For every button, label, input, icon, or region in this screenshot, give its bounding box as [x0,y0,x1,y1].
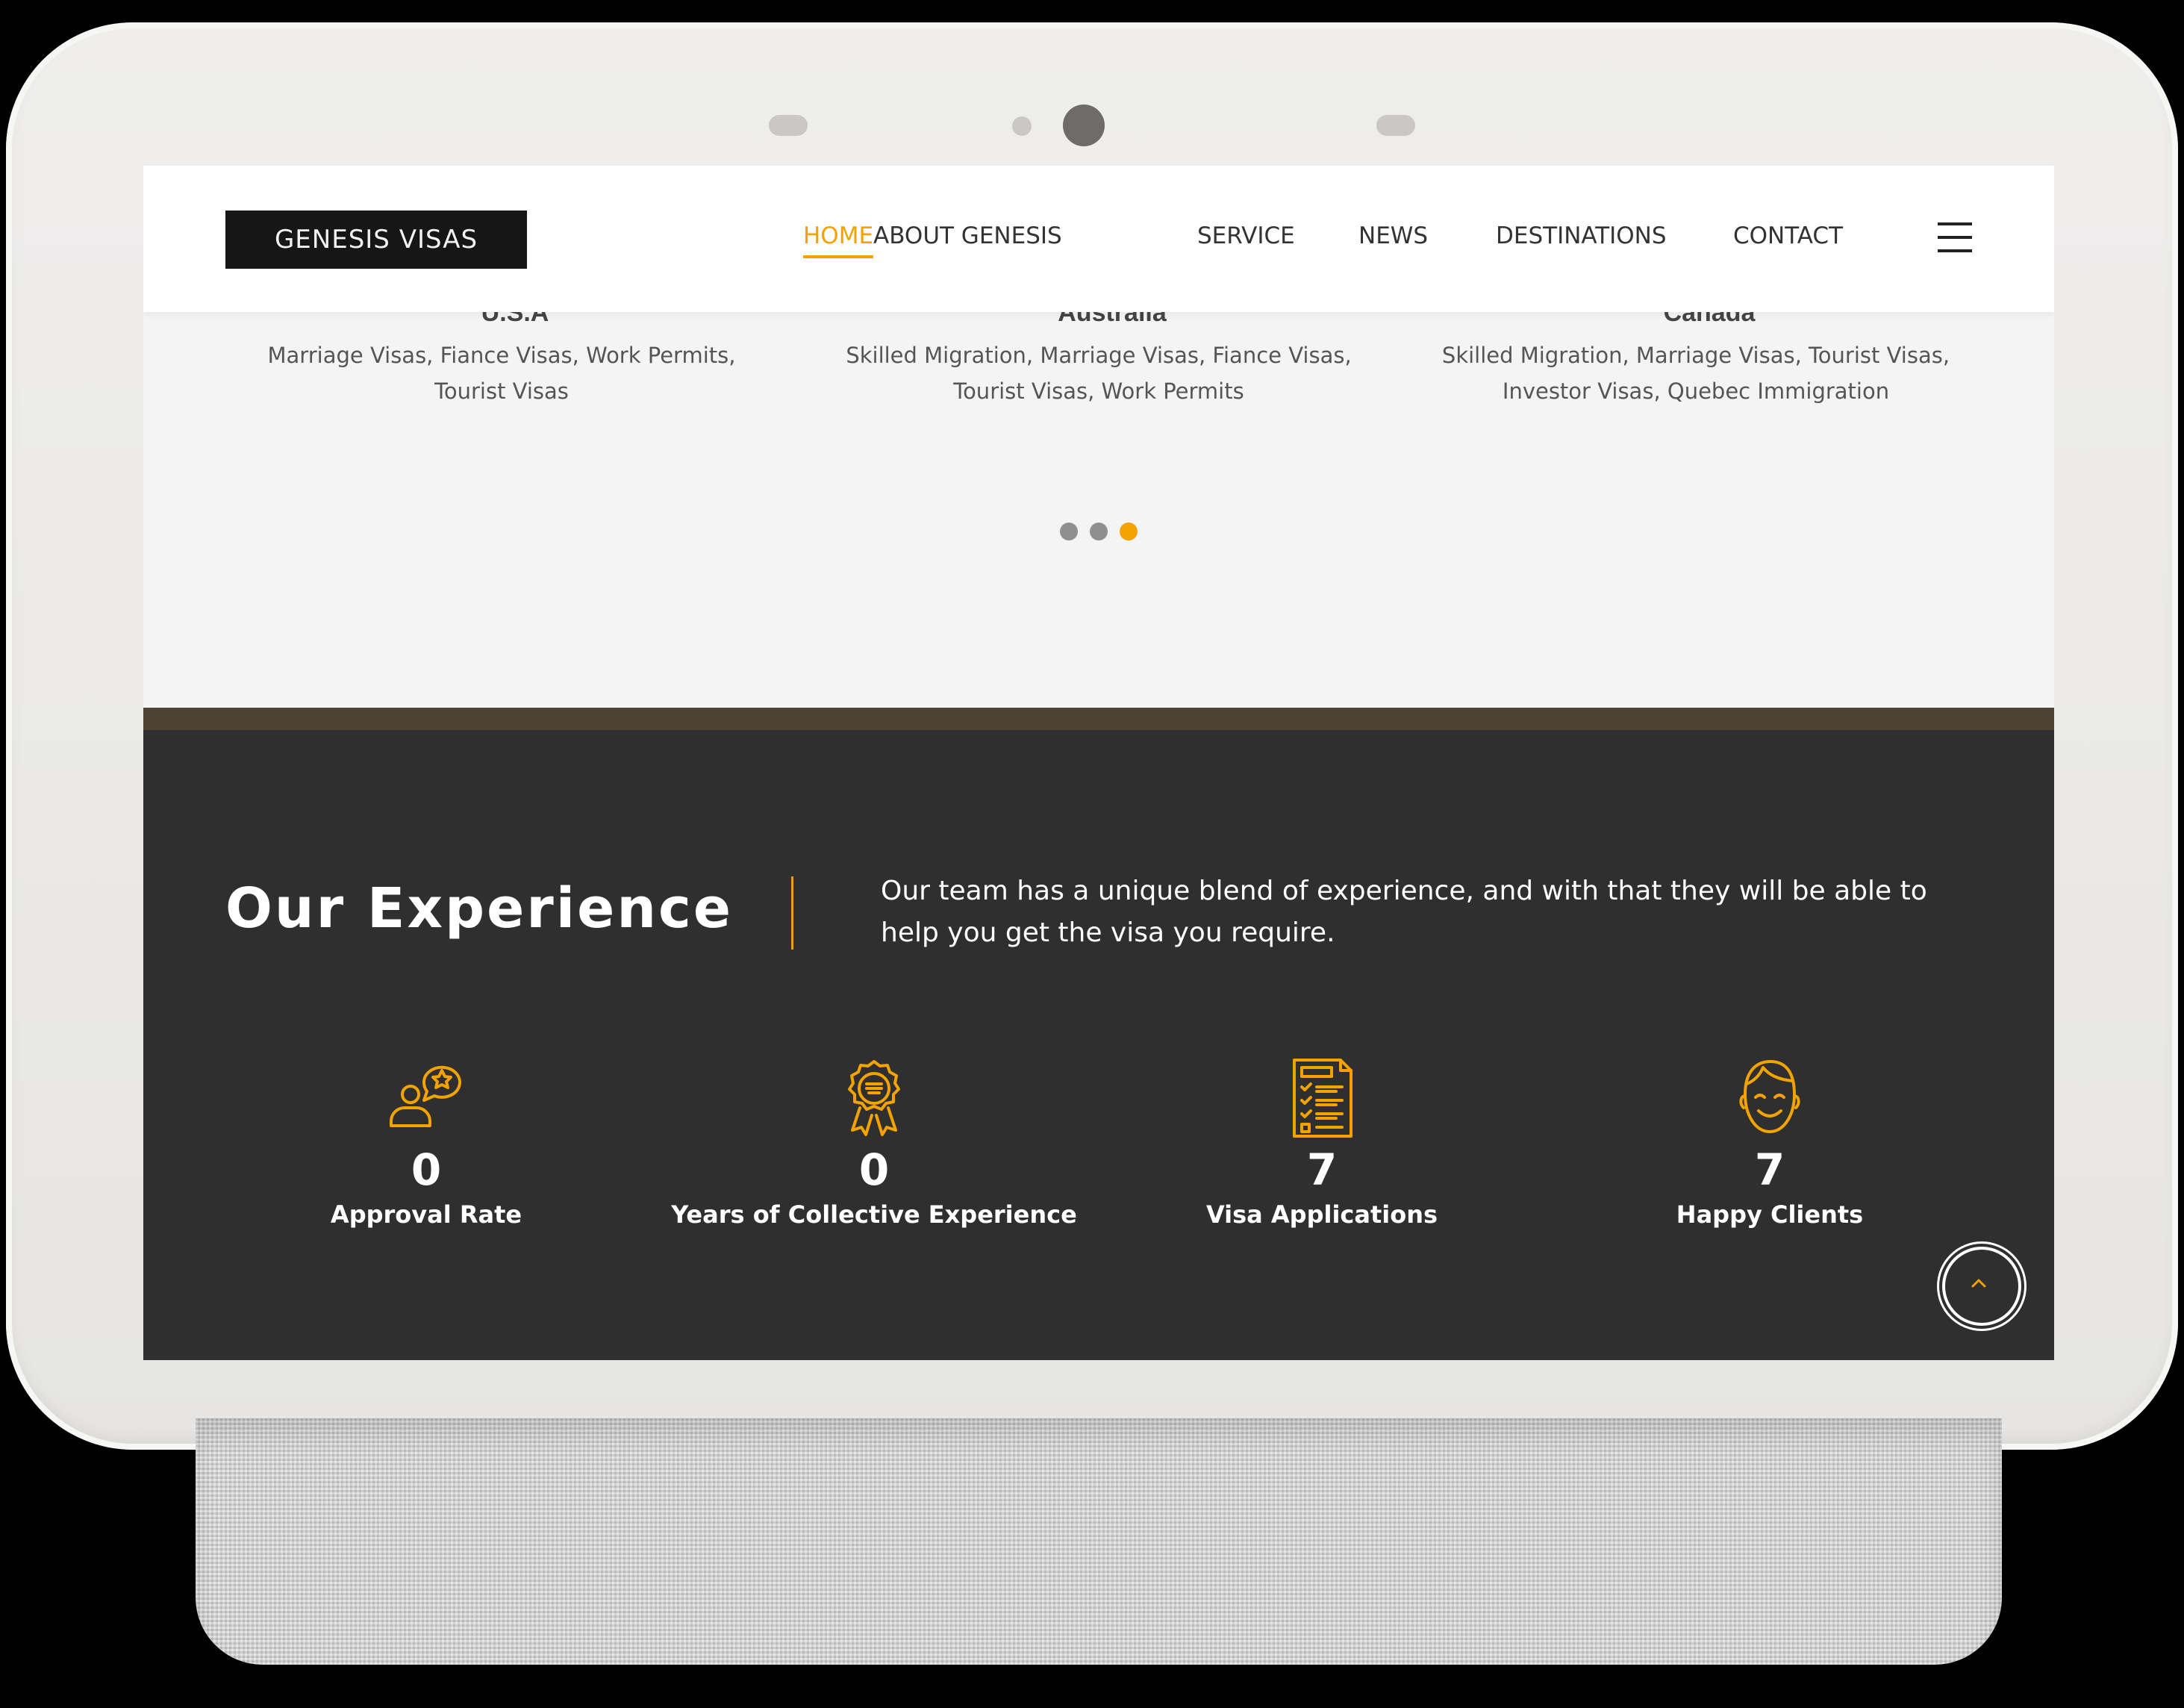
award-ribbon-icon [848,1060,900,1136]
stat-value: 7 [1754,1144,1785,1195]
ambient-light-sensor [1012,116,1032,136]
microphone-right [1376,115,1415,136]
vertical-divider [791,876,793,950]
section-divider-band [143,708,2054,730]
scroll-to-top-button[interactable] [1942,1247,2021,1326]
hamburger-menu-icon[interactable] [1938,222,1972,252]
stat-label: Years of Collective Experience [671,1200,1077,1229]
stat-label: Approval Rate [330,1200,522,1229]
stat-label: Visa Applications [1205,1200,1438,1229]
nav-home[interactable]: HOME [803,222,874,258]
device-frame: GENESIS VISAS HOME ABOUT GENESIS SERVICE… [6,22,2178,1450]
chevron-up-icon [1971,1279,1986,1288]
carousel-dot[interactable] [1120,523,1138,540]
browser-screen: GENESIS VISAS HOME ABOUT GENESIS SERVICE… [143,166,2054,1360]
stat-value: 0 [858,1144,890,1195]
checklist-document-icon [1293,1059,1352,1138]
main-nav: HOME ABOUT GENESIS SERVICE NEWS DESTINAT… [143,166,2054,312]
stat-happy-clients: 7 Happy Clients [1546,1057,1994,1229]
destination-description: Marriage Visas, Fiance Visas, Work Permi… [267,343,736,404]
stat-value: 7 [1306,1144,1338,1195]
stat-value: 0 [411,1144,442,1195]
nav-about[interactable]: ABOUT GENESIS [873,222,1062,249]
nav-news[interactable]: NEWS [1358,222,1428,249]
person-speech-star-icon [390,1065,461,1127]
experience-title: Our Experience [225,876,734,941]
microphone-left [769,115,808,136]
nav-destinations[interactable]: DESTINATIONS [1496,222,1667,249]
stat-visa-applications: 7 Visa Applications [1098,1057,1546,1229]
smiling-face-icon [1739,1060,1800,1133]
experience-description: Our team has a unique blend of experienc… [881,876,1927,948]
stat-label: Happy Clients [1676,1200,1864,1229]
stat-approval-rate: 0 Approval Rate [202,1057,650,1229]
stat-years-experience: 0 Years of Collective Experience [650,1057,1098,1229]
destination-description: Skilled Migration, Marriage Visas, Fianc… [846,343,1352,404]
fabric-speaker-base [196,1418,2002,1665]
experience-section: Our Experience Our team has a unique ble… [143,730,2054,1360]
camera-icon [1063,105,1105,146]
carousel-dot[interactable] [1060,523,1078,540]
site-header: GENESIS VISAS HOME ABOUT GENESIS SERVICE… [143,166,2054,312]
carousel-dot[interactable] [1090,523,1108,540]
destination-description: Skilled Migration, Marriage Visas, Touri… [1441,343,1950,404]
nav-service[interactable]: SERVICE [1197,222,1295,249]
nav-contact[interactable]: CONTACT [1733,222,1843,249]
